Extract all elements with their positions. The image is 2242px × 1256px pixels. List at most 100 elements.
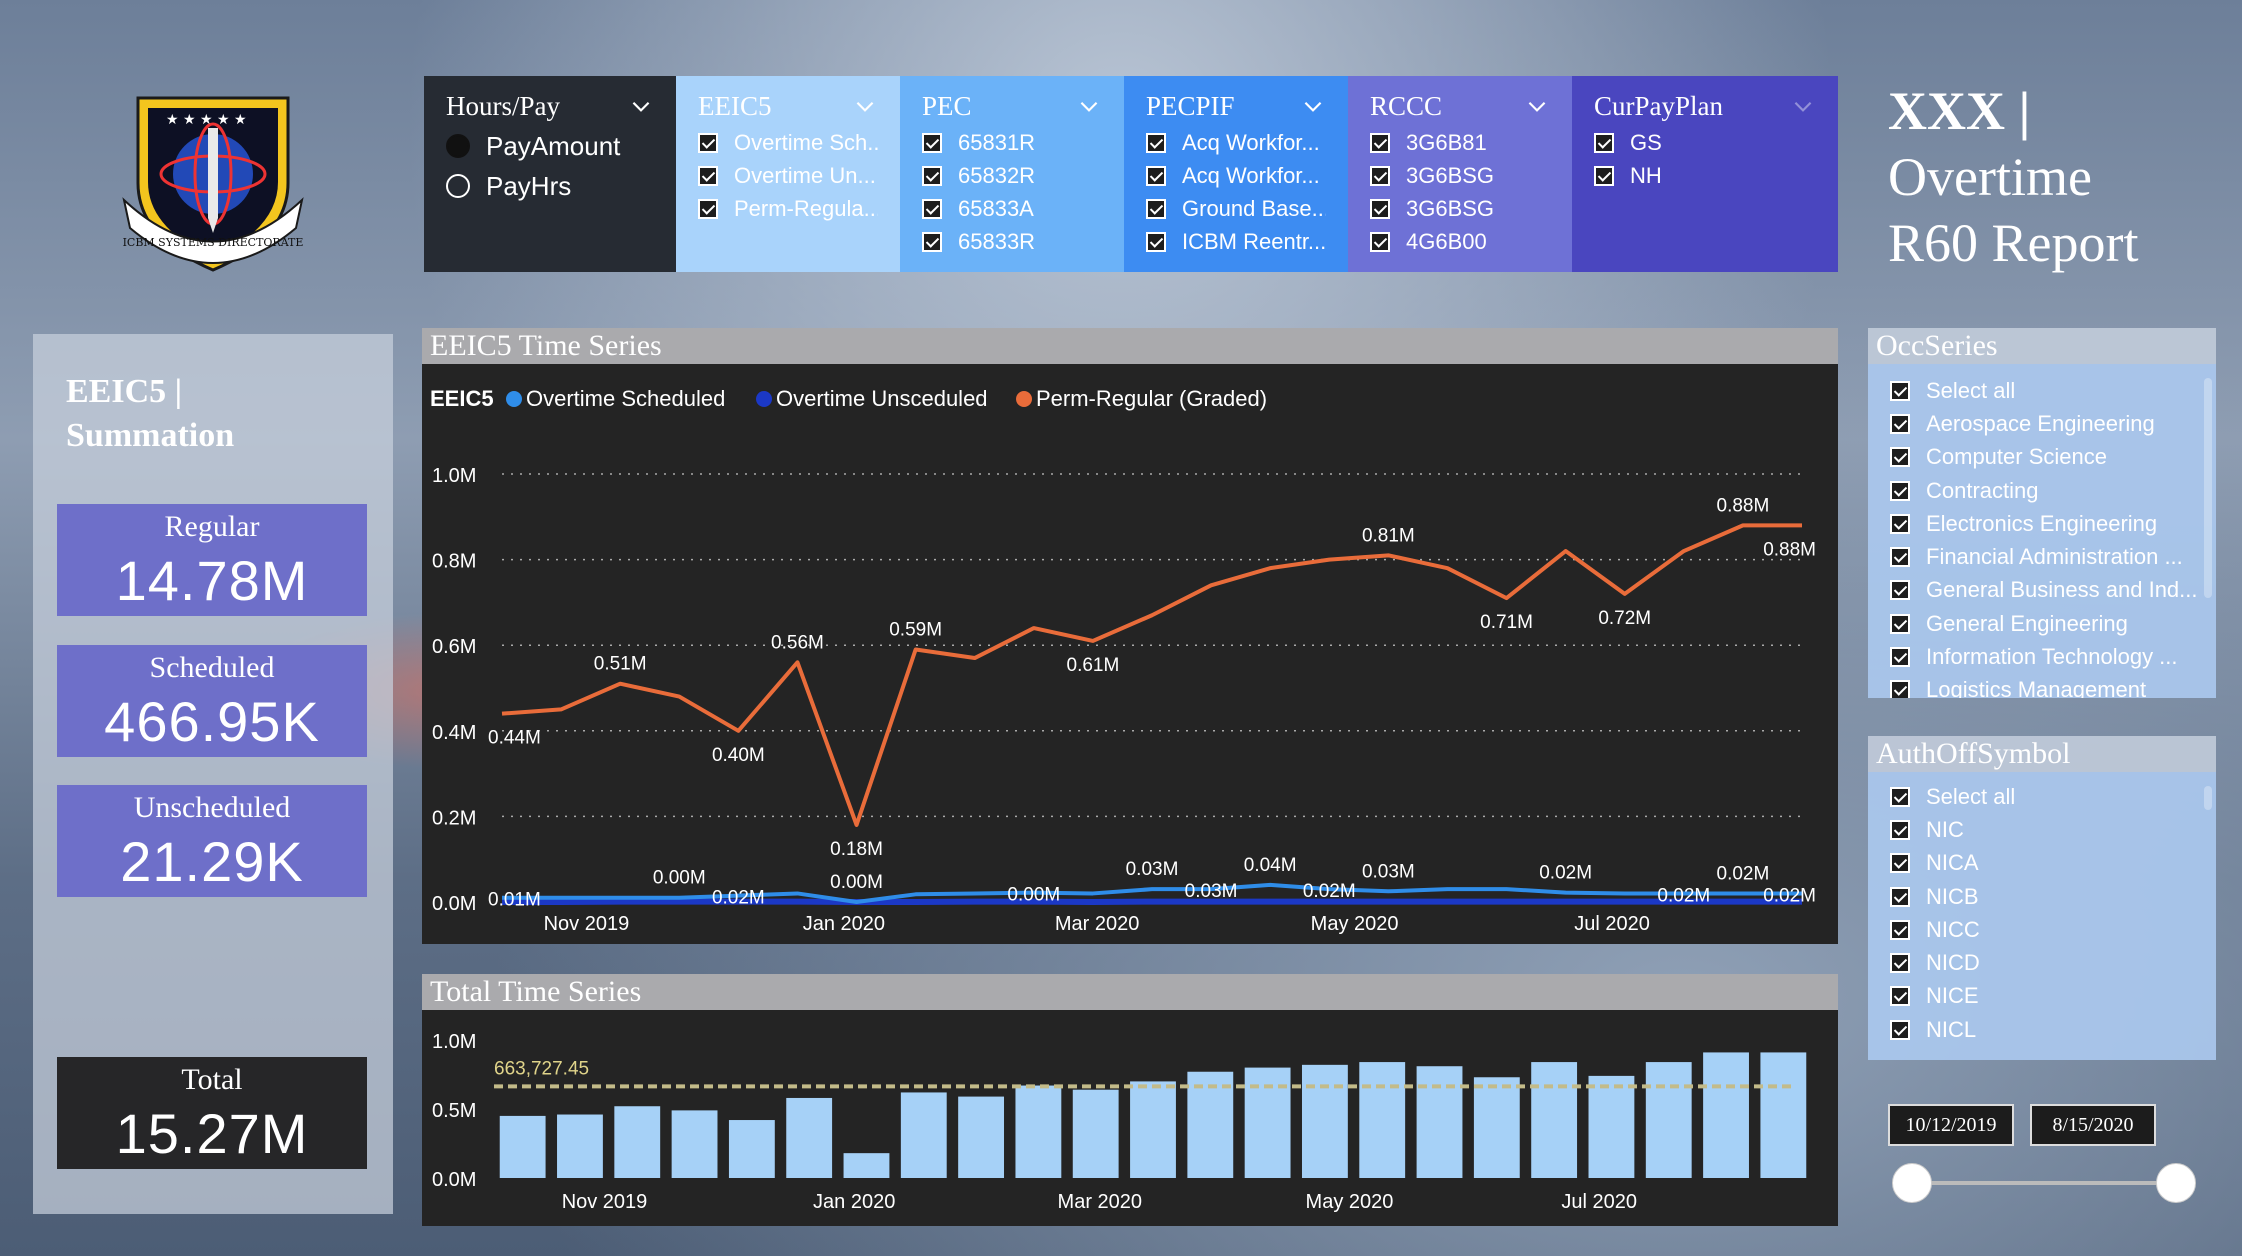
checkbox-checked-icon[interactable] bbox=[1890, 380, 1910, 401]
scrollbar[interactable] bbox=[2204, 786, 2212, 810]
filter-item[interactable]: Computer Science bbox=[1890, 441, 2216, 474]
end-date-input[interactable]: 8/15/2020 bbox=[2030, 1104, 2156, 1146]
x-tick-label: Jan 2020 bbox=[813, 1191, 895, 1213]
slicer-item[interactable]: GS bbox=[1594, 126, 1816, 159]
filter-item-label: Aerospace Engineering bbox=[1926, 410, 2155, 436]
checkbox-checked-icon[interactable] bbox=[1890, 413, 1910, 434]
chevron-down-icon[interactable] bbox=[1524, 93, 1550, 119]
radio-empty-icon[interactable] bbox=[446, 174, 470, 198]
slicer-item[interactable]: NH bbox=[1594, 159, 1816, 192]
checkbox-checked-icon[interactable] bbox=[1890, 647, 1910, 668]
checkbox-checked-icon[interactable] bbox=[922, 231, 942, 252]
chevron-down-icon[interactable] bbox=[628, 93, 654, 119]
checkbox-checked-icon[interactable] bbox=[1890, 953, 1910, 974]
filter-item[interactable]: NICB bbox=[1890, 880, 2216, 913]
slicer-item[interactable]: 65833R bbox=[922, 225, 1102, 258]
checkbox-checked-icon[interactable] bbox=[1890, 986, 1910, 1007]
checkbox-checked-icon[interactable] bbox=[1890, 480, 1910, 501]
checkbox-checked-icon[interactable] bbox=[1370, 231, 1390, 252]
bar bbox=[1244, 1067, 1291, 1178]
checkbox-checked-icon[interactable] bbox=[698, 198, 718, 219]
filter-item[interactable]: Select all bbox=[1890, 780, 2216, 813]
radio-payamount[interactable]: PayAmount bbox=[446, 126, 654, 166]
chevron-down-icon[interactable] bbox=[852, 93, 878, 119]
checkbox-checked-icon[interactable] bbox=[1370, 165, 1390, 186]
filter-item[interactable]: NICC bbox=[1890, 913, 2216, 946]
checkbox-checked-icon[interactable] bbox=[922, 165, 942, 186]
filter-item[interactable]: NICL bbox=[1890, 1013, 2216, 1046]
slicer-item[interactable]: Acq Workfor... bbox=[1146, 159, 1326, 192]
slicer-item[interactable]: 65833A bbox=[922, 192, 1102, 225]
x-tick-label: Nov 2019 bbox=[562, 1191, 648, 1213]
filter-item[interactable]: General Engineering bbox=[1890, 607, 2216, 640]
checkbox-checked-icon[interactable] bbox=[1890, 919, 1910, 940]
checkbox-checked-icon[interactable] bbox=[1370, 132, 1390, 153]
checkbox-checked-icon[interactable] bbox=[1146, 132, 1166, 153]
data-label: 0.40M bbox=[712, 745, 765, 766]
slicer-item[interactable]: Ground Base... bbox=[1146, 192, 1326, 225]
slicer-item[interactable]: Overtime Sch... bbox=[698, 126, 878, 159]
slicer-item[interactable]: Perm-Regula... bbox=[698, 192, 878, 225]
chevron-down-icon[interactable] bbox=[1300, 93, 1326, 119]
checkbox-checked-icon[interactable] bbox=[1594, 165, 1614, 186]
date-slider-track[interactable] bbox=[1910, 1181, 2176, 1185]
checkbox-checked-icon[interactable] bbox=[1890, 786, 1910, 807]
checkbox-checked-icon[interactable] bbox=[1890, 886, 1910, 907]
card-value: 21.29K bbox=[120, 830, 304, 893]
slicer-item[interactable]: 4G6B00 bbox=[1370, 225, 1550, 258]
filter-item[interactable]: NICA bbox=[1890, 847, 2216, 880]
checkbox-checked-icon[interactable] bbox=[1890, 447, 1910, 468]
date-slider-start-handle[interactable] bbox=[1892, 1163, 1932, 1203]
data-label: 0.61M bbox=[1067, 655, 1120, 676]
slicer-item[interactable]: ICBM Reentr... bbox=[1146, 225, 1326, 258]
checkbox-checked-icon[interactable] bbox=[1890, 547, 1910, 568]
radio-selected-icon[interactable] bbox=[446, 134, 470, 158]
filter-item[interactable]: Contracting bbox=[1890, 474, 2216, 507]
checkbox-checked-icon[interactable] bbox=[1146, 231, 1166, 252]
slicer-item[interactable]: 3G6B81 bbox=[1370, 126, 1550, 159]
filter-item[interactable]: NICE bbox=[1890, 980, 2216, 1013]
filter-item[interactable]: NIC bbox=[1890, 813, 2216, 846]
checkbox-checked-icon[interactable] bbox=[698, 132, 718, 153]
slicer-item[interactable]: 65832R bbox=[922, 159, 1102, 192]
checkbox-checked-icon[interactable] bbox=[1146, 198, 1166, 219]
slicer-item[interactable]: Acq Workfor... bbox=[1146, 126, 1326, 159]
date-slider-end-handle[interactable] bbox=[2156, 1163, 2196, 1203]
checkbox-checked-icon[interactable] bbox=[1370, 198, 1390, 219]
filter-item[interactable]: Logistics Management bbox=[1890, 674, 2216, 698]
slicer-item[interactable]: 3G6BSG bbox=[1370, 192, 1550, 225]
filter-item[interactable]: Select all bbox=[1890, 374, 2216, 407]
chevron-down-icon[interactable] bbox=[1076, 93, 1102, 119]
slicer-item[interactable]: 65831R bbox=[922, 126, 1102, 159]
checkbox-checked-icon[interactable] bbox=[1594, 132, 1614, 153]
data-label: 0.02M bbox=[1539, 863, 1592, 884]
radio-payhrs[interactable]: PayHrs bbox=[446, 166, 654, 206]
checkbox-checked-icon[interactable] bbox=[922, 198, 942, 219]
checkbox-checked-icon[interactable] bbox=[1890, 513, 1910, 534]
checkbox-checked-icon[interactable] bbox=[1890, 613, 1910, 634]
filter-item[interactable]: Financial Administration ... bbox=[1890, 540, 2216, 573]
authoffsymbol-list[interactable]: Select all NIC NICA NICB NICC NICD NICE NICL bbox=[1868, 772, 2216, 1060]
scrollbar[interactable] bbox=[2204, 378, 2212, 598]
filter-item[interactable]: Aerospace Engineering bbox=[1890, 407, 2216, 440]
checkbox-checked-icon[interactable] bbox=[1890, 819, 1910, 840]
checkbox-checked-icon[interactable] bbox=[1146, 165, 1166, 186]
chevron-down-icon[interactable] bbox=[1790, 93, 1816, 119]
slicer-item[interactable]: Overtime Un... bbox=[698, 159, 878, 192]
data-label: 0.71M bbox=[1480, 612, 1533, 633]
checkbox-checked-icon[interactable] bbox=[1890, 580, 1910, 601]
checkbox-checked-icon[interactable] bbox=[922, 132, 942, 153]
filter-item[interactable]: Information Technology ... bbox=[1890, 640, 2216, 673]
filter-item[interactable]: NICD bbox=[1890, 946, 2216, 979]
occseries-list[interactable]: Select all Aerospace Engineering Computer … bbox=[1868, 364, 2216, 698]
filter-item[interactable]: General Business and Ind... bbox=[1890, 574, 2216, 607]
total-time-series-title: Total Time Series bbox=[422, 974, 1838, 1010]
start-date-input[interactable]: 10/12/2019 bbox=[1888, 1104, 2014, 1146]
checkbox-checked-icon[interactable] bbox=[698, 165, 718, 186]
checkbox-checked-icon[interactable] bbox=[1890, 1019, 1910, 1040]
filter-item[interactable]: Electronics Engineering bbox=[1890, 507, 2216, 540]
checkbox-checked-icon[interactable] bbox=[1890, 680, 1910, 698]
filter-item-label: NICL bbox=[1926, 1016, 1977, 1042]
checkbox-checked-icon[interactable] bbox=[1890, 853, 1910, 874]
slicer-item[interactable]: 3G6BSG bbox=[1370, 159, 1550, 192]
